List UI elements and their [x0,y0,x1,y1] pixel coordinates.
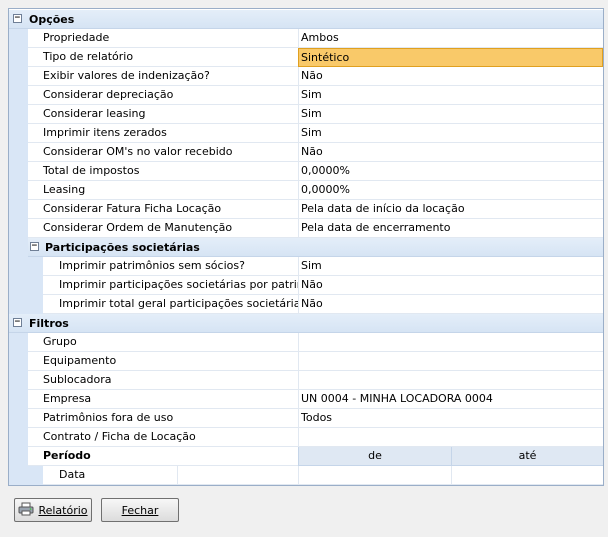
property-value[interactable] [298,428,603,447]
property-value[interactable]: Não [298,143,603,162]
column-header-ate: até [451,447,603,466]
property-row[interactable]: Considerar Fatura Ficha Locação Pela dat… [9,200,603,219]
property-label: Sublocadora [28,371,298,390]
data-label: Data [43,466,177,485]
property-value[interactable]: 0,0000% [298,181,603,200]
property-row[interactable]: Considerar OM's no valor recebido Não [9,143,603,162]
property-value[interactable]: 0,0000% [298,162,603,181]
property-row[interactable]: Propriedade Ambos [9,29,603,48]
periodo-data-row[interactable]: Data [9,466,603,485]
property-row[interactable]: Imprimir itens zerados Sim [9,124,603,143]
property-row[interactable]: Patrimônios fora de uso Todos [9,409,603,428]
periodo-label: Período [28,447,298,466]
collapse-icon[interactable]: − [13,318,22,327]
category-title: Opções [29,13,75,26]
property-label: Imprimir itens zerados [28,124,298,143]
property-value-selected[interactable]: Sintético [298,48,603,67]
category-title: Participações societárias [45,241,200,254]
property-row[interactable]: Tipo de relatório Sintético [9,48,603,67]
property-value[interactable]: Todos [298,409,603,428]
printer-icon [18,502,34,519]
property-value[interactable]: Sim [298,105,603,124]
property-label: Propriedade [28,29,298,48]
property-row[interactable]: Exibir valores de indenização? Não [9,67,603,86]
relatorio-button-label: Relatório [38,503,88,517]
property-value[interactable]: Pela data de encerramento [298,219,603,238]
property-label: Imprimir participações societárias por p… [43,276,298,295]
property-value[interactable]: Ambos [298,29,603,48]
data-ate-field[interactable] [451,466,603,485]
property-label: Considerar OM's no valor recebido [28,143,298,162]
property-value[interactable]: UN 0004 - MINHA LOCADORA 0004 [298,390,603,409]
property-value[interactable] [298,371,603,390]
fechar-button[interactable]: Fechar [101,498,179,522]
property-label: Considerar depreciação [28,86,298,105]
property-row[interactable]: Grupo [9,333,603,352]
property-row[interactable]: Total de impostos 0,0000% [9,162,603,181]
property-value[interactable] [298,333,603,352]
property-label: Contrato / Ficha de Locação [28,428,298,447]
property-grid: − Opções Propriedade Ambos Tipo de relat… [8,8,604,486]
property-label: Exibir valores de indenização? [28,67,298,86]
category-participacoes[interactable]: − Participações societárias [9,238,603,257]
data-de-field[interactable] [298,466,451,485]
property-value[interactable]: Sim [298,257,603,276]
property-row[interactable]: Imprimir participações societárias por p… [9,276,603,295]
property-row[interactable]: Sublocadora [9,371,603,390]
property-row[interactable]: Leasing 0,0000% [9,181,603,200]
property-row[interactable]: Considerar Ordem de Manutenção Pela data… [9,219,603,238]
property-row[interactable]: Imprimir total geral participações socie… [9,295,603,314]
property-label: Empresa [28,390,298,409]
property-label: Imprimir total geral participações socie… [43,295,298,314]
collapse-icon[interactable]: − [30,242,39,251]
category-title: Filtros [29,317,69,330]
property-label: Considerar leasing [28,105,298,124]
column-header-de: de [298,447,451,466]
property-row[interactable]: Considerar leasing Sim [9,105,603,124]
property-value[interactable]: Não [298,295,603,314]
property-label: Total de impostos [28,162,298,181]
property-value[interactable]: Sim [298,86,603,105]
category-opcoes[interactable]: − Opções [9,10,603,29]
property-label: Imprimir patrimônios sem sócios? [43,257,298,276]
collapse-icon[interactable]: − [13,14,22,23]
property-label: Considerar Ordem de Manutenção [28,219,298,238]
property-row[interactable]: Imprimir patrimônios sem sócios? Sim [9,257,603,276]
property-value[interactable]: Sim [298,124,603,143]
property-row[interactable]: Considerar depreciação Sim [9,86,603,105]
property-label: Equipamento [28,352,298,371]
property-row[interactable]: Empresa UN 0004 - MINHA LOCADORA 0004 [9,390,603,409]
property-label: Patrimônios fora de uso [28,409,298,428]
category-filtros[interactable]: − Filtros [9,314,603,333]
property-label: Considerar Fatura Ficha Locação [28,200,298,219]
fechar-button-label: Fechar [121,503,159,517]
property-row[interactable]: Contrato / Ficha de Locação [9,428,603,447]
data-spacer [177,466,298,485]
property-label: Leasing [28,181,298,200]
property-label: Grupo [28,333,298,352]
property-value[interactable]: Pela data de início da locação [298,200,603,219]
property-label: Tipo de relatório [28,48,298,67]
property-row[interactable]: Equipamento [9,352,603,371]
relatorio-button[interactable]: Relatório [14,498,92,522]
property-value[interactable]: Não [298,276,603,295]
property-value[interactable]: Não [298,67,603,86]
property-value[interactable] [298,352,603,371]
periodo-header-row: Período de até [9,447,603,466]
